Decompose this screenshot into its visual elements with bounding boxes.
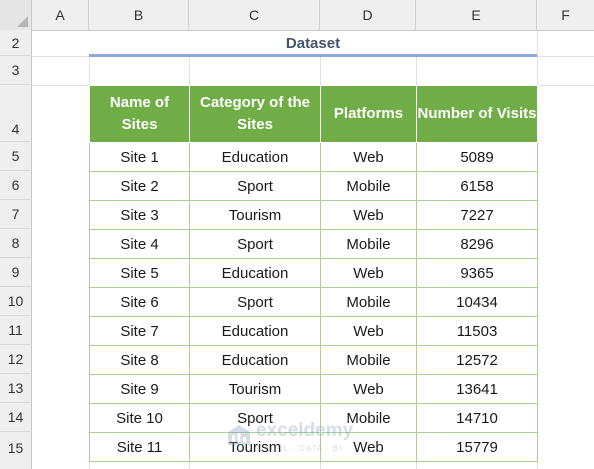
cell-site-name[interactable]: Site 3	[89, 200, 190, 230]
table-row: Site 10 Sport Mobile 14710	[89, 403, 538, 433]
cell-visits[interactable]: 12572	[416, 345, 538, 375]
row-header-7[interactable]: 7	[0, 200, 32, 229]
header-category[interactable]: Category of the Sites	[189, 85, 321, 143]
cell-site-name[interactable]: Site 7	[89, 316, 190, 346]
row-header-13[interactable]: 13	[0, 374, 32, 403]
cell-site-name[interactable]: Site 1	[89, 142, 190, 172]
row-header-2[interactable]: 2	[0, 30, 32, 56]
dataset-table: Name of Sites Category of the Sites Plat…	[89, 85, 538, 462]
cell-platform[interactable]: Web	[320, 142, 417, 172]
table-row: Site 9 Tourism Web 13641	[89, 374, 538, 404]
table-row: Site 2 Sport Mobile 6158	[89, 171, 538, 201]
select-all-button[interactable]	[0, 0, 32, 30]
cell-category[interactable]: Tourism	[189, 432, 321, 462]
cell-visits[interactable]: 14710	[416, 403, 538, 433]
cell-site-name[interactable]: Site 9	[89, 374, 190, 404]
row-header-3[interactable]: 3	[0, 56, 32, 85]
cell-platform[interactable]: Web	[320, 374, 417, 404]
table-row: Site 1 Education Web 5089	[89, 142, 538, 172]
cell-visits[interactable]: 9365	[416, 258, 538, 288]
table-row: Site 8 Education Mobile 12572	[89, 345, 538, 375]
header-platforms[interactable]: Platforms	[320, 85, 417, 143]
cell-platform[interactable]: Mobile	[320, 403, 417, 433]
table-row: Site 11 Tourism Web 15779	[89, 432, 538, 462]
column-header-d[interactable]: D	[320, 0, 416, 30]
cell-visits[interactable]: 7227	[416, 200, 538, 230]
table-row: Site 4 Sport Mobile 8296	[89, 229, 538, 259]
cell-site-name[interactable]: Site 8	[89, 345, 190, 375]
cell-platform[interactable]: Mobile	[320, 345, 417, 375]
column-header-bar: A B C D E F	[0, 0, 594, 31]
cell-platform[interactable]: Mobile	[320, 287, 417, 317]
title-underline	[89, 54, 537, 57]
header-name-of-sites[interactable]: Name of Sites	[89, 85, 190, 143]
table-header-row: Name of Sites Category of the Sites Plat…	[89, 85, 538, 143]
row-header-11[interactable]: 11	[0, 316, 32, 345]
column-header-f[interactable]: F	[537, 0, 594, 30]
row-header-14[interactable]: 14	[0, 403, 32, 432]
cell-category[interactable]: Sport	[189, 287, 321, 317]
cell-platform[interactable]: Web	[320, 432, 417, 462]
row-header-15[interactable]: 15	[0, 432, 32, 469]
header-number-of-visits[interactable]: Number of Visits	[416, 85, 538, 143]
sheet-title[interactable]: Dataset	[89, 31, 537, 56]
cell-platform[interactable]: Web	[320, 258, 417, 288]
cell-visits[interactable]: 13641	[416, 374, 538, 404]
table-row: Site 7 Education Web 11503	[89, 316, 538, 346]
cell-category[interactable]: Sport	[189, 403, 321, 433]
cell-visits[interactable]: 5089	[416, 142, 538, 172]
row-header-12[interactable]: 12	[0, 345, 32, 374]
cell-category[interactable]: Education	[189, 142, 321, 172]
spreadsheet: A B C D E F 2 3 4 5 6 7 8 9 10 11 12 13 …	[0, 0, 594, 469]
column-header-a[interactable]: A	[32, 0, 89, 30]
cell-platform[interactable]: Mobile	[320, 171, 417, 201]
cell-site-name[interactable]: Site 6	[89, 287, 190, 317]
cell-category[interactable]: Sport	[189, 171, 321, 201]
cell-site-name[interactable]: Site 4	[89, 229, 190, 259]
cell-visits[interactable]: 6158	[416, 171, 538, 201]
cell-category[interactable]: Education	[189, 316, 321, 346]
cell-visits[interactable]: 15779	[416, 432, 538, 462]
table-row: Site 5 Education Web 9365	[89, 258, 538, 288]
cell-platform[interactable]: Web	[320, 316, 417, 346]
row-header-4[interactable]: 4	[0, 85, 32, 142]
row-header-9[interactable]: 9	[0, 258, 32, 287]
cell-site-name[interactable]: Site 2	[89, 171, 190, 201]
cell-category[interactable]: Tourism	[189, 374, 321, 404]
cell-site-name[interactable]: Site 10	[89, 403, 190, 433]
row-header-10[interactable]: 10	[0, 287, 32, 316]
row-header-8[interactable]: 8	[0, 229, 32, 258]
row-header-5[interactable]: 5	[0, 142, 32, 171]
cell-category[interactable]: Education	[189, 258, 321, 288]
column-header-e[interactable]: E	[416, 0, 537, 30]
cell-platform[interactable]: Web	[320, 200, 417, 230]
cell-visits[interactable]: 8296	[416, 229, 538, 259]
cell-site-name[interactable]: Site 5	[89, 258, 190, 288]
cell-visits[interactable]: 11503	[416, 316, 538, 346]
table-row: Site 6 Sport Mobile 10434	[89, 287, 538, 317]
row-header-6[interactable]: 6	[0, 171, 32, 200]
table-row: Site 3 Tourism Web 7227	[89, 200, 538, 230]
cell-visits[interactable]: 10434	[416, 287, 538, 317]
cell-category[interactable]: Education	[189, 345, 321, 375]
select-all-icon	[17, 16, 28, 27]
cell-category[interactable]: Sport	[189, 229, 321, 259]
column-header-c[interactable]: C	[189, 0, 320, 30]
column-header-b[interactable]: B	[89, 0, 189, 30]
cell-platform[interactable]: Mobile	[320, 229, 417, 259]
cell-category[interactable]: Tourism	[189, 200, 321, 230]
cell-site-name[interactable]: Site 11	[89, 432, 190, 462]
